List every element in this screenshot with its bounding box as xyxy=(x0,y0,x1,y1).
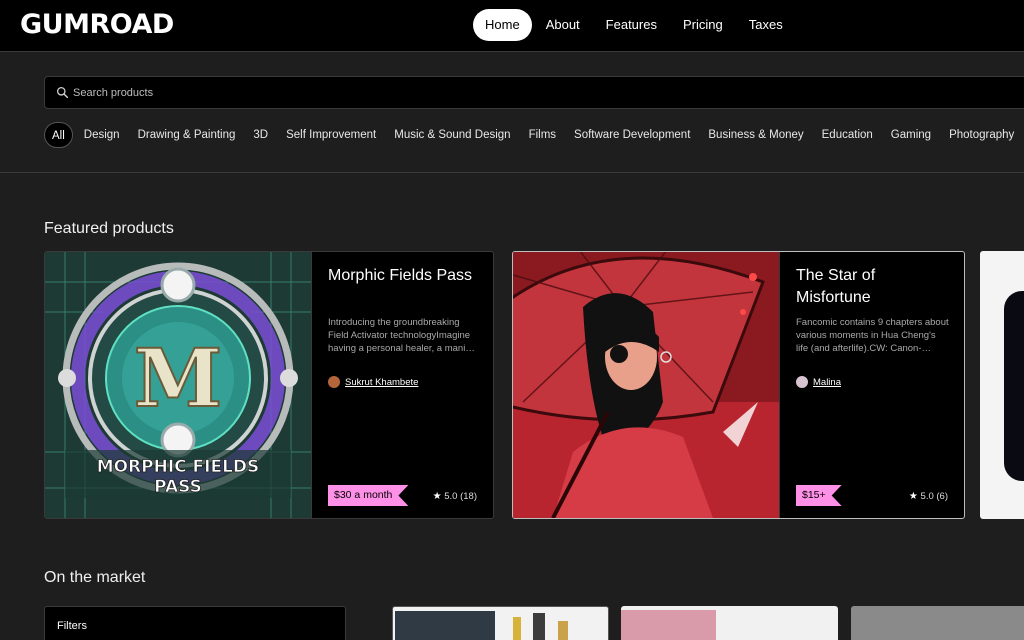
product-title[interactable]: Morphic Fields Pass xyxy=(328,265,481,287)
creator-name[interactable]: Malina xyxy=(813,377,841,388)
star-icon: ★ xyxy=(908,491,918,502)
product-description: Introducing the groundbreaking Field Act… xyxy=(328,317,475,354)
rating-value: 5.0 (6) xyxy=(920,491,948,502)
thumbnail-image xyxy=(395,611,495,640)
category-tabs: All Design Drawing & Painting 3D Self Im… xyxy=(44,122,1023,148)
category-design[interactable]: Design xyxy=(75,122,129,148)
nav-pricing[interactable]: Pricing xyxy=(671,9,735,41)
creator-link[interactable]: Sukrut Khambete xyxy=(328,376,418,388)
product-thumbnail[interactable]: M MORPHIC FIELDS PASS xyxy=(45,252,311,518)
price-tag: $15+ xyxy=(796,485,842,506)
product-thumbnail[interactable] xyxy=(513,252,779,518)
search-bar[interactable] xyxy=(44,76,1024,109)
rating: ★ 5.0 (6) xyxy=(909,491,948,502)
creator-name[interactable]: Sukrut Khambete xyxy=(345,377,418,388)
category-films[interactable]: Films xyxy=(520,122,565,148)
comic-artwork xyxy=(513,252,779,518)
price-tag: $30 a month xyxy=(328,485,408,506)
nav-features[interactable]: Features xyxy=(594,9,669,41)
product-card-star-of-misfortune[interactable]: The Star of Misfortune Fancomic contains… xyxy=(512,251,965,519)
thumbnail-image xyxy=(513,617,521,640)
top-navigation-bar: GUMROAD Home About Features Pricing Taxe… xyxy=(0,0,1024,52)
category-3d[interactable]: 3D xyxy=(244,122,277,148)
market-product-thumbnail[interactable] xyxy=(851,606,1024,640)
category-business-money[interactable]: Business & Money xyxy=(699,122,812,148)
filters-panel[interactable]: Filters xyxy=(44,606,346,640)
category-self-improvement[interactable]: Self Improvement xyxy=(277,122,385,148)
star-icon: ★ xyxy=(432,491,442,502)
rating-value: 5.0 (18) xyxy=(444,491,477,502)
header-divider xyxy=(0,172,1024,173)
product-info: Morphic Fields Pass Introducing the grou… xyxy=(311,252,493,518)
main-nav: Home About Features Pricing Taxes xyxy=(473,9,795,41)
avatar xyxy=(796,376,808,388)
product-title[interactable]: The Star of Misfortune xyxy=(796,265,952,309)
product-thumbnail xyxy=(1004,291,1024,481)
market-product-thumbnail[interactable] xyxy=(392,606,609,640)
on-the-market-heading: On the market xyxy=(44,569,146,586)
category-drawing-painting[interactable]: Drawing & Painting xyxy=(129,122,245,148)
category-gaming[interactable]: Gaming xyxy=(882,122,940,148)
thumbnail-image xyxy=(533,613,545,640)
category-photography[interactable]: Photography xyxy=(940,122,1023,148)
category-software-development[interactable]: Software Development xyxy=(565,122,699,148)
gumroad-logo[interactable]: GUMROAD xyxy=(20,9,174,40)
category-music-sound-design[interactable]: Music & Sound Design xyxy=(385,122,519,148)
filters-label: Filters xyxy=(57,620,87,632)
nav-home[interactable]: Home xyxy=(473,9,532,41)
thumbnail-image xyxy=(558,621,568,640)
search-icon xyxy=(56,86,69,99)
category-all[interactable]: All xyxy=(44,122,73,148)
rating: ★ 5.0 (18) xyxy=(433,491,477,502)
product-description: Fancomic contains 9 chapters about vario… xyxy=(796,317,949,354)
market-product-thumbnail[interactable] xyxy=(621,606,838,640)
product-info: The Star of Misfortune Fancomic contains… xyxy=(779,252,964,518)
creator-link[interactable]: Malina xyxy=(796,376,841,388)
category-education[interactable]: Education xyxy=(813,122,882,148)
svg-text:M: M xyxy=(134,331,223,425)
search-input[interactable] xyxy=(73,77,973,108)
svg-text:MORPHIC FIELDS: MORPHIC FIELDS xyxy=(97,457,260,477)
avatar xyxy=(328,376,340,388)
product-card-morphic-fields[interactable]: M MORPHIC FIELDS PASS Morphic Fields Pas… xyxy=(44,251,494,519)
thumbnail-image xyxy=(621,610,716,640)
product-card-partial[interactable] xyxy=(980,251,1024,519)
nav-about[interactable]: About xyxy=(534,9,592,41)
morphic-fields-artwork: M MORPHIC FIELDS PASS xyxy=(45,252,311,518)
svg-text:PASS: PASS xyxy=(154,477,202,497)
featured-products-heading: Featured products xyxy=(44,220,174,237)
nav-taxes[interactable]: Taxes xyxy=(737,9,795,41)
